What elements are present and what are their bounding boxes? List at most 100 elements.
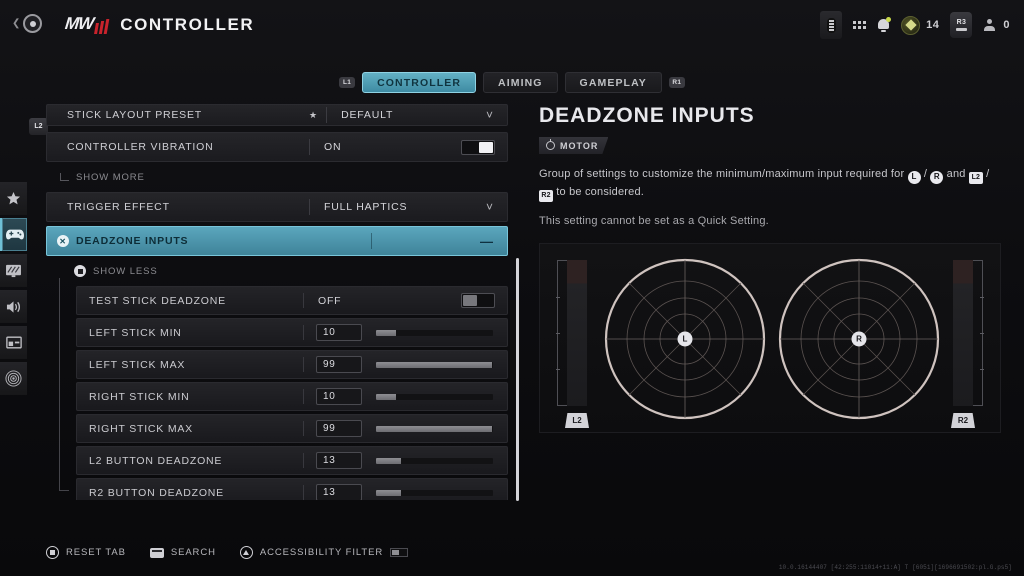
sidebar-item-interface[interactable] xyxy=(0,326,27,359)
square-button-icon xyxy=(74,265,86,277)
value-slider[interactable] xyxy=(376,457,493,464)
party-status[interactable]: 0 xyxy=(983,18,1010,32)
r2-trigger-label: R2 xyxy=(951,413,975,428)
search-label: SEARCH xyxy=(170,547,216,558)
setting-row-left-stick-max[interactable]: LEFT STICK MAX 99 xyxy=(76,350,508,379)
row-divider xyxy=(303,389,304,404)
motor-icon xyxy=(546,141,555,150)
sidebar-item-favorites[interactable] xyxy=(0,182,27,215)
setting-label: TEST STICK DEADZONE xyxy=(89,294,226,307)
footer-bar: RESET TAB SEARCH ACCESSIBILITY FILTER xyxy=(46,546,409,559)
sidebar-item-accessibility[interactable] xyxy=(0,362,27,395)
search-button[interactable]: SEARCH xyxy=(149,547,216,558)
detail-description: Group of settings to customize the minim… xyxy=(539,166,1001,202)
accessibility-filter-toggle[interactable] xyxy=(390,548,409,557)
cancel-button-icon[interactable]: ✕ xyxy=(57,235,69,247)
show-less-button[interactable]: SHOW LESS xyxy=(46,260,508,282)
value-slider[interactable] xyxy=(376,425,493,432)
chevron-left-icon: ❮ xyxy=(12,17,21,29)
motor-badge: MOTOR xyxy=(539,137,608,154)
l1-bumper-icon: L1 xyxy=(339,77,356,88)
settings-scrollbar[interactable] xyxy=(516,258,519,501)
value-input[interactable]: 13 xyxy=(316,452,362,469)
notifications-icon[interactable] xyxy=(877,17,892,32)
collapse-icon[interactable]: — xyxy=(480,235,493,248)
left-stick-position: L xyxy=(677,331,693,347)
accessibility-filter-label: ACCESSIBILITY FILTER xyxy=(259,547,384,558)
sidebar-item-graphics[interactable] xyxy=(0,254,27,287)
square-button-icon xyxy=(46,546,59,559)
r3-label: R3 xyxy=(956,19,967,26)
setting-value: OFF xyxy=(318,294,342,307)
l2-trigger-bar xyxy=(567,260,587,406)
l2-scale xyxy=(556,260,567,406)
value-slider[interactable] xyxy=(376,489,493,496)
setting-label: STICK LAYOUT PRESET xyxy=(67,109,203,121)
show-more-button[interactable]: SHOW MORE xyxy=(46,166,508,188)
circle-button-icon xyxy=(23,14,43,33)
sidebar-item-controller[interactable] xyxy=(0,218,27,251)
r1-bumper-icon: R1 xyxy=(668,77,685,88)
right-stick-key-icon: R xyxy=(930,170,944,184)
tab-gameplay[interactable]: GAMEPLAY xyxy=(564,72,662,93)
grid-menu-icon[interactable] xyxy=(853,21,867,29)
setting-row-left-stick-min[interactable]: LEFT STICK MIN 10 xyxy=(76,318,508,347)
accessibility-filter-button[interactable]: ACCESSIBILITY FILTER xyxy=(239,546,409,559)
chevron-down-icon[interactable]: ˅ xyxy=(486,109,493,121)
reset-tab-label: RESET TAB xyxy=(66,547,126,558)
r3-button-icon[interactable]: R3 xyxy=(950,12,973,38)
setting-value: FULL HAPTICS xyxy=(324,201,408,213)
value-input[interactable]: 10 xyxy=(316,324,362,341)
value-slider[interactable] xyxy=(376,329,493,336)
setting-row-right-stick-max[interactable]: RIGHT STICK MAX 99 xyxy=(76,414,508,443)
setting-row-test-stick-deadzone[interactable]: TEST STICK DEADZONE OFF xyxy=(76,286,508,315)
setting-label: TRIGGER EFFECT xyxy=(67,201,170,213)
setting-row-trigger-effect[interactable]: TRIGGER EFFECT FULL HAPTICS ˅ xyxy=(46,192,508,222)
cod-points[interactable]: 14 xyxy=(901,15,939,35)
setting-row-deadzone-inputs[interactable]: ✕ DEADZONE INPUTS — xyxy=(46,226,508,256)
build-string: 10.0.16144407 [42:255:11014+11:A] T [605… xyxy=(778,564,1012,571)
right-stick-position: R xyxy=(851,331,867,347)
setting-row-right-stick-min[interactable]: RIGHT STICK MIN 10 xyxy=(76,382,508,411)
settings-list: STICK LAYOUT PRESET ★ DEFAULT ˅ CONTROLL… xyxy=(46,104,508,500)
value-input[interactable]: 99 xyxy=(316,420,362,437)
deadzone-sub-settings: TEST STICK DEADZONE OFF LEFT STICK MIN 1… xyxy=(46,278,508,500)
show-less-label: SHOW LESS xyxy=(93,265,158,277)
reset-tab-button[interactable]: RESET TAB xyxy=(46,546,126,559)
row-divider xyxy=(303,325,304,340)
page-title: CONTROLLER xyxy=(120,15,255,34)
setting-row-controller-vibration[interactable]: CONTROLLER VIBRATION ON xyxy=(46,132,508,162)
left-stick-key-icon: L xyxy=(907,170,921,184)
keyboard-icon xyxy=(149,547,164,558)
top-bar: ❮ MW CONTROLLER 14 R3 0 xyxy=(0,0,1024,50)
setting-row-l2-button-deadzone[interactable]: L2 BUTTON DEADZONE 13 xyxy=(76,446,508,475)
value-slider[interactable] xyxy=(376,393,493,400)
value-input[interactable]: 10 xyxy=(316,388,362,405)
back-button[interactable]: ❮ xyxy=(12,14,43,33)
separator-slash-2: / xyxy=(986,168,990,180)
setting-label: DEADZONE INPUTS xyxy=(76,235,189,247)
tab-aiming[interactable]: AIMING xyxy=(483,72,558,93)
battery-icon[interactable] xyxy=(820,11,843,39)
category-rail xyxy=(0,182,27,395)
value-slider[interactable] xyxy=(376,361,493,368)
setting-row-r2-button-deadzone[interactable]: R2 BUTTON DEADZONE 13 xyxy=(76,478,508,500)
sidebar-item-audio[interactable] xyxy=(0,290,27,323)
toggle-switch[interactable] xyxy=(461,293,495,308)
setting-label: CONTROLLER VIBRATION xyxy=(67,141,214,153)
setting-row-stick-layout-preset[interactable]: STICK LAYOUT PRESET ★ DEFAULT ˅ xyxy=(46,104,508,126)
value-input[interactable]: 99 xyxy=(316,356,362,373)
title-block: MW CONTROLLER xyxy=(64,14,255,35)
cod-points-icon xyxy=(901,15,921,35)
r2-key-icon: R2 xyxy=(539,190,553,202)
value-input[interactable]: 13 xyxy=(316,484,362,500)
scale-tick-50 xyxy=(980,333,984,334)
tab-bar: L1 CONTROLLER AIMING GAMEPLAY R1 xyxy=(0,72,1024,93)
chevron-down-icon[interactable]: ˅ xyxy=(486,201,493,213)
row-divider xyxy=(303,485,304,500)
toggle-switch[interactable] xyxy=(461,139,495,155)
left-stick-visualizer: L xyxy=(602,256,768,422)
tab-controller[interactable]: CONTROLLER xyxy=(362,72,477,93)
scale-tick-75 xyxy=(980,297,984,298)
setting-value: DEFAULT xyxy=(341,109,394,121)
